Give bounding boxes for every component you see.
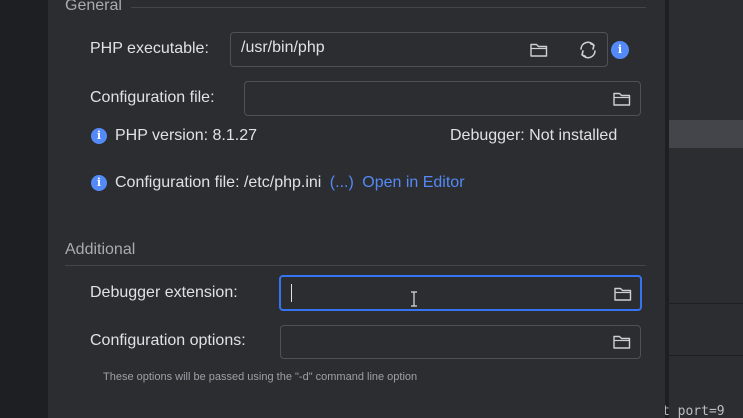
- section-title-additional: Additional: [65, 241, 136, 258]
- debugger-extension-label: Debugger extension:: [90, 284, 238, 301]
- panel-separator: [669, 355, 743, 356]
- text-caret: [291, 284, 292, 302]
- configuration-file-info-text: Configuration file: /etc/php.ini: [115, 174, 322, 191]
- info-icon[interactable]: i: [611, 41, 629, 59]
- php-executable-field[interactable]: /usr/bin/php: [230, 32, 608, 67]
- info-icon: i: [91, 175, 107, 191]
- ide-window: t port=9 General PHP executable: /usr/bi…: [0, 0, 743, 418]
- section-title-general: General: [65, 0, 122, 14]
- editor-code-fragment: t port=9: [662, 404, 725, 418]
- debugger-status-text: Debugger: Not installed: [450, 127, 618, 144]
- php-executable-value[interactable]: /usr/bin/php: [241, 39, 325, 57]
- debugger-extension-field[interactable]: [279, 275, 642, 311]
- folder-icon[interactable]: [612, 90, 632, 108]
- php-version-text: PHP version: 8.1.27: [115, 127, 258, 144]
- editor-background-left: [0, 0, 48, 418]
- open-in-editor-link[interactable]: Open in Editor: [362, 174, 464, 191]
- ibeam-cursor-icon: [411, 291, 417, 307]
- refresh-icon[interactable]: [577, 40, 599, 60]
- php-executable-label: PHP executable:: [90, 40, 209, 57]
- configuration-file-label: Configuration file:: [90, 89, 215, 106]
- editor-highlight-row: [669, 120, 743, 148]
- info-icon: i: [91, 128, 107, 144]
- folder-icon[interactable]: [612, 333, 632, 351]
- configuration-options-label: Configuration options:: [90, 332, 246, 349]
- folder-icon[interactable]: [613, 285, 633, 303]
- folder-icon[interactable]: [529, 41, 549, 59]
- configuration-file-field[interactable]: [244, 81, 641, 116]
- section-divider: [65, 265, 646, 266]
- panel-separator: [669, 303, 743, 304]
- configuration-file-info: Configuration file: /etc/php.ini (...) O…: [115, 174, 465, 192]
- section-divider: [131, 7, 646, 8]
- configuration-options-field[interactable]: [280, 325, 641, 359]
- configuration-file-more-link[interactable]: (...): [330, 174, 354, 191]
- php-interpreter-dialog: General PHP executable: /usr/bin/php i C…: [48, 0, 665, 418]
- configuration-options-hint: These options will be passed using the "…: [103, 371, 418, 383]
